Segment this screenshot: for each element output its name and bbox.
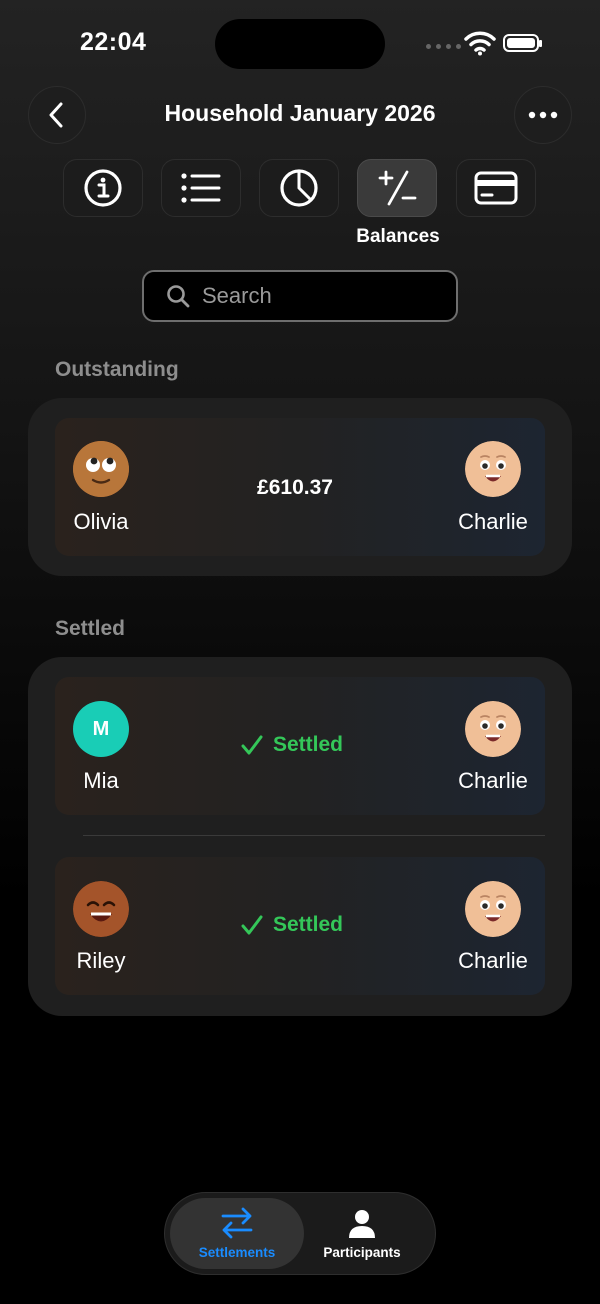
page-title: Household January 2026 (164, 100, 436, 126)
tab-payments[interactable] (456, 159, 536, 217)
search-input[interactable]: Search (142, 270, 458, 322)
search-placeholder: Search (202, 283, 272, 308)
settled-label: Settled (273, 913, 344, 936)
payee-name: Charlie (458, 948, 528, 973)
payer-name: Riley (76, 948, 126, 973)
wifi-icon (464, 31, 496, 56)
avatar-mia: M (73, 701, 129, 757)
search-icon (167, 285, 190, 308)
ellipsis-icon (528, 111, 558, 119)
settled-status: Settled (241, 733, 343, 757)
checkmark-icon (241, 915, 263, 935)
checkmark-icon (241, 735, 263, 755)
tab-settlements-label: Settlements (198, 1245, 276, 1260)
pie-chart-icon (280, 169, 318, 207)
tab-balances[interactable] (357, 159, 437, 217)
avatar-charlie (465, 701, 521, 757)
info-icon (84, 169, 122, 207)
arrows-swap-icon (221, 1207, 253, 1239)
payee-name: Charlie (458, 768, 528, 793)
settled-label: Settled (273, 733, 344, 756)
cellular-signal-icon (426, 44, 461, 49)
avatar-olivia (73, 441, 129, 497)
tab-info[interactable] (63, 159, 143, 217)
credit-card-icon (474, 171, 518, 205)
tab-participants-label: Participants (323, 1245, 401, 1260)
section-title-settled: Settled (55, 617, 126, 640)
active-tab-label: Balances (356, 226, 440, 247)
status-time: 22:04 (80, 28, 147, 56)
more-options-button[interactable] (514, 86, 572, 144)
avatar-charlie (465, 881, 521, 937)
dynamic-island (215, 19, 385, 69)
tab-chart[interactable] (259, 159, 339, 217)
list-icon (181, 173, 221, 203)
section-title-outstanding: Outstanding (55, 358, 179, 381)
avatar-charlie (465, 441, 521, 497)
avatar-riley (73, 881, 129, 937)
person-icon (349, 1210, 375, 1238)
settled-status: Settled (241, 913, 343, 937)
battery-icon (503, 34, 542, 52)
tab-list[interactable] (161, 159, 241, 217)
payee-name: Charlie (458, 509, 528, 534)
plus-minus-icon (378, 170, 417, 206)
payer-name: Olivia (73, 509, 129, 534)
row-divider (83, 835, 545, 836)
payer-name: Mia (83, 768, 119, 793)
settlement-amount: £610.37 (257, 476, 333, 499)
